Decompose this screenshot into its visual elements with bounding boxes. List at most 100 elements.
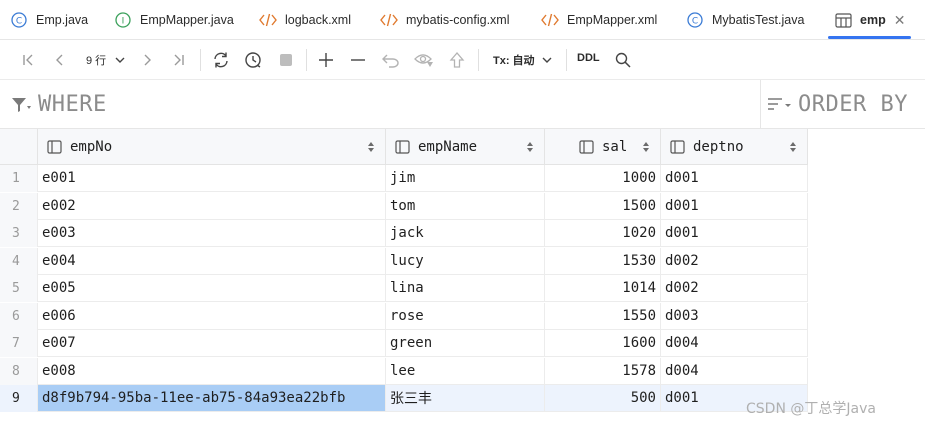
ddl-button[interactable]: DDL <box>577 52 600 64</box>
submit-icon[interactable] <box>447 50 467 70</box>
cell-sal[interactable]: 1600 <box>545 330 661 357</box>
svg-text:I: I <box>122 17 125 27</box>
row-number: 6 <box>0 302 38 330</box>
cell-empname-text: 张三丰 <box>390 391 432 407</box>
column-header-empname[interactable]: empName <box>386 129 545 165</box>
cell-empname[interactable]: 张三丰 <box>386 385 545 412</box>
page-size-selector[interactable]: 9 行 <box>86 52 106 68</box>
svg-text:C: C <box>692 17 698 27</box>
column-header-deptno[interactable]: deptno <box>661 129 808 165</box>
preview-pending-changes-icon[interactable] <box>414 50 434 70</box>
cell-sal[interactable]: 1530 <box>545 247 661 275</box>
tab-label: mybatis-config.xml <box>406 13 510 27</box>
delete-row-icon[interactable] <box>348 50 368 70</box>
cell-empname[interactable]: tom <box>386 192 545 220</box>
previous-page-icon[interactable] <box>50 50 70 70</box>
column-icon <box>670 139 685 154</box>
cell-empno[interactable]: e004 <box>38 247 386 275</box>
column-icon <box>395 139 410 154</box>
transaction-mode-selector[interactable]: Tx: 自动 <box>493 52 535 68</box>
sort-toggle-icon[interactable] <box>367 141 375 153</box>
toolbar-separator <box>306 49 307 71</box>
toolbar-separator <box>200 49 201 71</box>
cell-sal[interactable]: 1500 <box>545 192 661 220</box>
history-icon[interactable] <box>243 50 263 70</box>
row-number: 1 <box>0 165 38 192</box>
filter-bar: WHERE ORDER BY <box>0 80 925 129</box>
tab-mybatistest-java[interactable]: C MybatisTest.java <box>686 0 804 40</box>
order-by-label: ORDER BY <box>798 92 908 117</box>
chevron-down-icon[interactable] <box>537 50 557 70</box>
cell-deptno[interactable]: d002 <box>661 247 808 275</box>
where-filter-input[interactable]: WHERE <box>10 92 107 117</box>
refresh-icon[interactable] <box>211 50 231 70</box>
tab-empmapper-xml[interactable]: EmpMapper.xml <box>541 0 657 40</box>
add-row-icon[interactable] <box>316 50 336 70</box>
editor-tab-bar: C Emp.java I EmpMapper.java logback.xml … <box>0 0 925 40</box>
column-header-sal[interactable]: sal <box>545 129 661 165</box>
tab-emp-table[interactable]: emp ✕ <box>834 0 905 40</box>
row-number: 3 <box>0 220 38 247</box>
tab-empmapper-java[interactable]: I EmpMapper.java <box>114 0 234 40</box>
cell-deptno[interactable]: d004 <box>661 357 808 385</box>
cell-sal[interactable]: 1550 <box>545 302 661 330</box>
cell-empname[interactable]: lina <box>386 275 545 302</box>
row-number: 2 <box>0 192 38 220</box>
last-page-icon[interactable] <box>169 50 189 70</box>
cell-empname[interactable]: jack <box>386 220 545 247</box>
close-icon[interactable]: ✕ <box>894 12 906 29</box>
cell-empno[interactable]: e007 <box>38 330 386 357</box>
cell-empname[interactable]: lee <box>386 357 545 385</box>
cell-sal[interactable]: 1020 <box>545 220 661 247</box>
xml-icon <box>380 11 398 29</box>
cell-deptno[interactable]: d001 <box>661 220 808 247</box>
cell-sal[interactable]: 1578 <box>545 357 661 385</box>
class-icon: C <box>10 11 28 29</box>
row-number-header <box>0 129 38 165</box>
cell-empno[interactable]: e001 <box>38 165 386 192</box>
stop-icon[interactable] <box>276 50 296 70</box>
cell-deptno[interactable]: d001 <box>661 192 808 220</box>
first-page-icon[interactable] <box>18 50 38 70</box>
cell-deptno[interactable]: d001 <box>661 165 808 192</box>
tab-mybatis-config-xml[interactable]: mybatis-config.xml <box>380 0 510 40</box>
svg-text:C: C <box>16 17 22 27</box>
cell-empname[interactable]: rose <box>386 302 545 330</box>
table-icon <box>834 11 852 29</box>
cell-sal[interactable]: 500 <box>545 385 661 412</box>
tab-label: EmpMapper.java <box>140 13 234 27</box>
tab-label: EmpMapper.xml <box>567 13 658 27</box>
tab-label: Emp.java <box>36 13 89 27</box>
cell-sal[interactable]: 1014 <box>545 275 661 302</box>
tab-logback-xml[interactable]: logback.xml <box>259 0 351 40</box>
class-icon: C <box>686 11 704 29</box>
cell-empno-selected[interactable]: d8f9b794-95ba-11ee-ab75-84a93ea22bfb <box>38 385 386 412</box>
sort-toggle-icon[interactable] <box>526 141 534 153</box>
cell-deptno[interactable]: d003 <box>661 302 808 330</box>
column-header-empno[interactable]: empNo <box>38 129 386 165</box>
xml-icon <box>259 11 277 29</box>
next-page-icon[interactable] <box>137 50 157 70</box>
search-icon[interactable] <box>613 50 633 70</box>
cell-empno[interactable]: e003 <box>38 220 386 247</box>
cell-empname[interactable]: green <box>386 330 545 357</box>
cell-sal[interactable]: 1000 <box>545 165 661 192</box>
row-number: 9 <box>0 385 38 412</box>
cell-empno[interactable]: e002 <box>38 192 386 220</box>
data-editor-toolbar: 9 行 Tx: 自动 DDL <box>0 40 925 80</box>
cell-empno[interactable]: e006 <box>38 302 386 330</box>
row-number: 8 <box>0 357 38 385</box>
cell-empname[interactable]: lucy <box>386 247 545 275</box>
sort-toggle-icon[interactable] <box>789 141 797 153</box>
chevron-down-icon[interactable] <box>110 50 130 70</box>
order-by-input[interactable]: ORDER BY <box>766 92 908 117</box>
watermark: CSDN @丁总学Java <box>746 401 876 417</box>
sort-toggle-icon[interactable] <box>642 141 650 153</box>
revert-icon[interactable] <box>381 50 401 70</box>
cell-empname[interactable]: jim <box>386 165 545 192</box>
cell-empno[interactable]: e008 <box>38 357 386 385</box>
tab-emp-java[interactable]: C Emp.java <box>10 0 88 40</box>
cell-empno[interactable]: e005 <box>38 275 386 302</box>
cell-deptno[interactable]: d004 <box>661 330 808 357</box>
cell-deptno[interactable]: d002 <box>661 275 808 302</box>
